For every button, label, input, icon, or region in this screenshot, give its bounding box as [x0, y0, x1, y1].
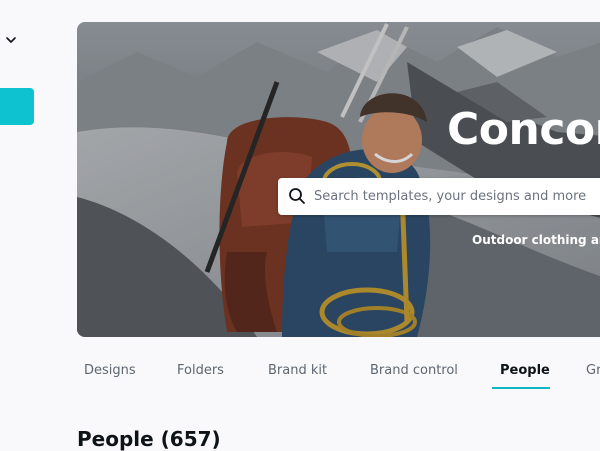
search-icon: [289, 188, 305, 204]
active-tab-indicator: [492, 387, 550, 389]
tab-folders[interactable]: Folders: [177, 363, 224, 378]
sidebar-create-button[interactable]: [0, 88, 34, 125]
page-title: People (657): [77, 427, 221, 451]
search-input[interactable]: [314, 178, 600, 215]
tab-groups[interactable]: Gr: [586, 363, 600, 378]
hero-banner: Concord Outdoor clothing and: [77, 22, 600, 337]
tab-bar: Designs Folders Brand kit Brand control …: [0, 355, 600, 391]
tab-brand-control[interactable]: Brand control: [370, 363, 458, 378]
search-bar[interactable]: [278, 178, 600, 215]
chevron-down-icon[interactable]: [4, 33, 18, 47]
hero-title: Concord: [447, 104, 600, 155]
tab-people[interactable]: People: [500, 363, 550, 378]
hero-subtitle: Outdoor clothing and: [472, 233, 600, 247]
tab-brand-kit[interactable]: Brand kit: [268, 363, 327, 378]
tab-designs[interactable]: Designs: [84, 363, 136, 378]
